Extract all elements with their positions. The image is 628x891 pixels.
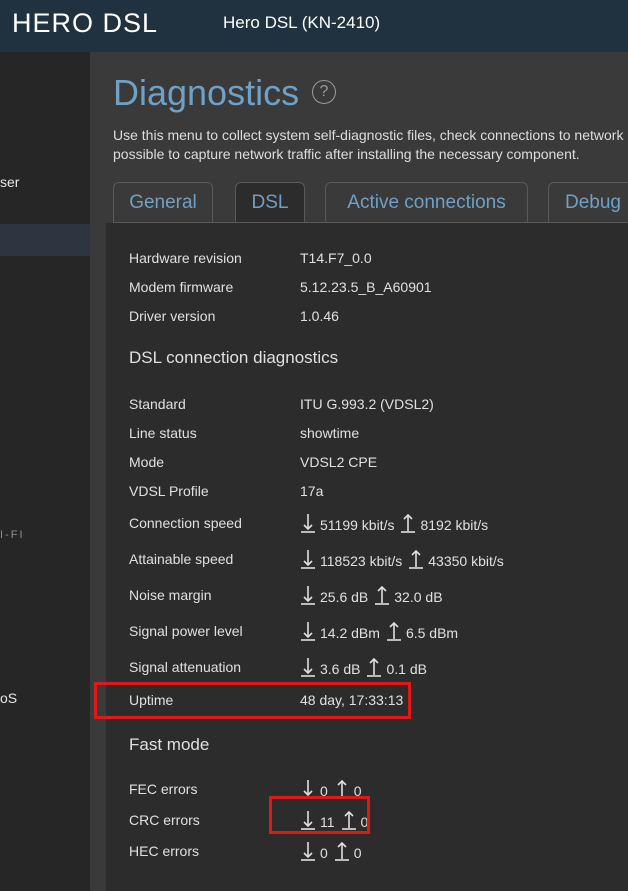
signal-attenuation-value: 3.6 dB 0.1 dB	[300, 657, 427, 677]
standard-label: Standard	[129, 396, 186, 412]
arrow-down-icon	[300, 841, 316, 861]
connection-speed-value: 51199 kbit/s 8192 kbit/s	[300, 513, 488, 533]
arrow-down-icon	[300, 657, 316, 677]
tab-dsl[interactable]: DSL	[235, 182, 305, 222]
brand-logo[interactable]: HERO DSL	[12, 8, 158, 39]
top-bar: HERO DSL Hero DSL (KN-2410)	[0, 0, 628, 52]
signal-attenuation-label: Signal attenuation	[129, 659, 242, 675]
arrow-up-icon	[374, 585, 390, 605]
signal-power-label: Signal power level	[129, 623, 243, 639]
page-title: Diagnostics	[113, 72, 300, 113]
upload-value: 8192 kbit/s	[420, 517, 489, 533]
vdsl-profile-label: VDSL Profile	[129, 483, 209, 499]
hardware-revision-label: Hardware revision	[129, 250, 242, 266]
fast-mode-title: Fast mode	[129, 735, 210, 754]
download-value: 51199 kbit/s	[320, 517, 395, 533]
uptime-highlight-box	[94, 682, 411, 719]
tab-active-connections[interactable]: Active connections	[325, 182, 528, 222]
sidebar-item-label: oS	[0, 690, 18, 706]
modem-firmware-label: Modem firmware	[129, 279, 234, 295]
vdsl-profile-value: 17a	[300, 483, 324, 499]
modem-firmware-value: 5.12.23.5_B_A60901	[300, 279, 432, 295]
tab-debug[interactable]: Debug	[548, 182, 628, 222]
mode-label: Mode	[129, 454, 165, 470]
download-value: 118523 kbit/s	[320, 553, 403, 569]
line-status-value: showtime	[300, 425, 360, 441]
mode-value: VDSL2 CPE	[300, 454, 378, 470]
page-description: Use this menu to collect system self-dia…	[113, 126, 628, 164]
crc-highlight-box	[269, 796, 370, 834]
arrow-up-icon	[400, 513, 416, 533]
device-model: Hero DSL (KN-2410)	[223, 13, 381, 32]
attainable-speed-value: 118523 kbit/s 43350 kbit/s	[300, 549, 504, 569]
sidebar-item-label: ser	[0, 174, 20, 190]
arrow-down-icon	[300, 621, 316, 641]
upload-value: 0	[353, 845, 362, 861]
sidebar-item-diagnostics[interactable]	[0, 224, 90, 256]
attainable-speed-label: Attainable speed	[129, 551, 234, 567]
tab-general[interactable]: General	[113, 182, 213, 222]
arrow-up-icon	[366, 657, 382, 677]
dsl-panel: Hardware revision T14.F7_0.0 Modem firmw…	[94, 223, 628, 891]
dsl-diagnostics-title: DSL connection diagnostics	[129, 348, 339, 367]
noise-margin-value: 25.6 dB 32.0 dB	[300, 585, 443, 605]
hec-errors-value: 00	[300, 841, 362, 861]
hardware-revision-value: T14.F7_0.0	[300, 250, 372, 266]
line-status-label: Line status	[129, 425, 197, 441]
crc-errors-label: CRC errors	[129, 812, 200, 828]
arrow-down-icon	[300, 585, 316, 605]
standard-value: ITU G.993.2 (VDSL2)	[300, 396, 434, 412]
download-value: 14.2 dBm	[320, 625, 380, 641]
driver-version-value: 1.0.46	[300, 308, 339, 324]
upload-value: 6.5 dBm	[405, 625, 459, 641]
main-content: Diagnostics ? Use this menu to collect s…	[90, 52, 628, 891]
driver-version-label: Driver version	[129, 308, 216, 324]
fec-errors-label: FEC errors	[129, 781, 198, 797]
arrow-up-icon	[408, 549, 424, 569]
download-value: 3.6 dB	[320, 661, 361, 677]
sidebar-item-users[interactable]: ser	[0, 166, 90, 198]
arrow-up-icon	[386, 621, 402, 641]
hec-errors-label: HEC errors	[129, 843, 200, 859]
signal-power-value: 14.2 dBm 6.5 dBm	[300, 621, 458, 641]
arrow-down-icon	[300, 513, 316, 533]
upload-value: 32.0 dB	[394, 589, 443, 605]
description-line: possible to capture network traffic afte…	[113, 146, 580, 162]
download-value: 0	[320, 845, 328, 861]
help-icon[interactable]: ?	[312, 80, 336, 104]
upload-value: 0.1 dB	[386, 661, 427, 677]
arrow-down-icon	[300, 549, 316, 569]
description-line: Use this menu to collect system self-dia…	[113, 127, 624, 143]
connection-speed-label: Connection speed	[129, 515, 242, 531]
sidebar-section-wifi: I-FI	[0, 529, 25, 541]
noise-margin-label: Noise margin	[129, 587, 212, 603]
sidebar: ser I-FI oS	[0, 52, 90, 891]
sidebar-item-qos[interactable]: oS	[0, 682, 90, 714]
upload-value: 43350 kbit/s	[428, 553, 504, 569]
download-value: 25.6 dB	[320, 589, 369, 605]
arrow-up-icon	[334, 841, 350, 861]
